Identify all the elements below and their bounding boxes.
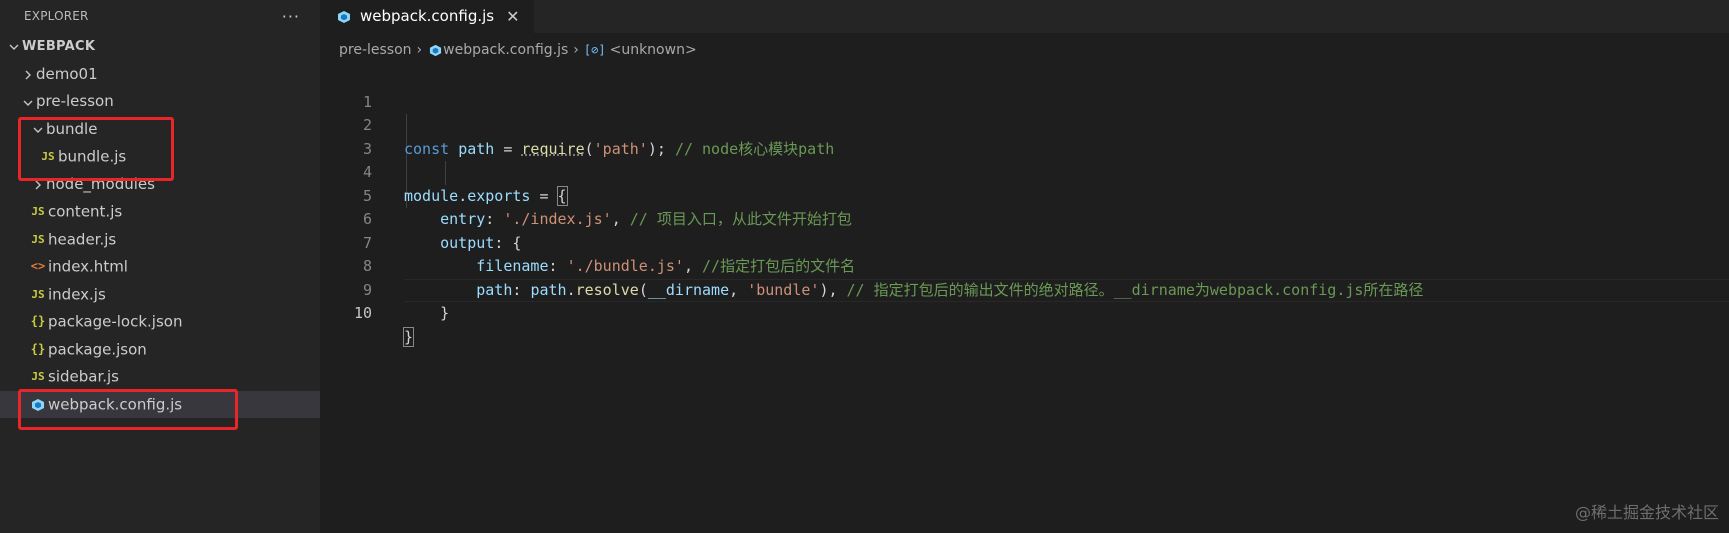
tree-item-label: sidebar.js: [48, 367, 119, 386]
chevron-down-icon: [6, 33, 22, 61]
code-line-9: 9 }: [320, 255, 1729, 323]
code-line-5: 5 entry: './index.js', // 项目入口，从此文件开始打包: [320, 161, 1729, 229]
tab-bar: webpack.config.js ✕: [320, 0, 1729, 33]
chevron-right-icon: ›: [416, 42, 423, 58]
javascript-file-icon: JS: [31, 232, 45, 246]
tree-item-label: demo01: [36, 64, 98, 83]
html-file-icon: <>: [30, 259, 46, 273]
chevron-down-icon: [20, 89, 36, 117]
tree-file-package-lock-json[interactable]: {} package-lock.json: [0, 308, 320, 336]
javascript-file-icon: JS: [31, 370, 45, 383]
chevron-right-icon: [30, 172, 46, 200]
file-tree: WEBPACK demo01 pre-lesson bundle JS bundl…: [0, 33, 320, 418]
tree-item-label: bundle.js: [58, 147, 127, 166]
chevron-right-icon: ›: [573, 42, 579, 58]
line-text: }: [402, 326, 415, 350]
tree-folder-node-modules[interactable]: node_modules: [0, 171, 320, 199]
explorer-title: EXPLORER: [24, 9, 89, 23]
json-file-icon: {}: [30, 314, 46, 328]
line-text: }: [404, 302, 449, 326]
code-line-1: 1: [320, 67, 1729, 111]
code-line-3: 3: [320, 114, 1729, 158]
vscode-window: EXPLORER ··· WEBPACK demo01 pre-lesson b…: [0, 0, 1729, 533]
tree-folder-pre-lesson[interactable]: pre-lesson: [0, 88, 320, 116]
tree-file-index-js[interactable]: JS index.js: [0, 281, 320, 309]
tree-item-label: WEBPACK: [22, 39, 96, 54]
code-line-4: 4 module.exports = {: [320, 138, 1729, 206]
line-number: 10: [353, 304, 372, 322]
tree-file-bundle-js[interactable]: JS bundle.js: [0, 143, 320, 171]
tree-item-label: pre-lesson: [36, 92, 114, 110]
webpack-cube-icon: [28, 391, 48, 419]
chevron-down-icon: [30, 117, 46, 145]
breadcrumb-symbol[interactable]: <unknown>: [610, 42, 697, 58]
breadcrumb-folder[interactable]: pre-lesson: [339, 42, 412, 58]
code-line-8: 8 path: path.resolve(__dirname, 'bundle'…: [320, 232, 1729, 299]
code-editor[interactable]: 1 2 const path = require('path'); // nod…: [320, 67, 1729, 347]
tab-label: webpack.config.js: [360, 7, 495, 25]
code-line-10: 10 }: [320, 278, 1729, 347]
explorer-sidebar: EXPLORER ··· WEBPACK demo01 pre-lesson b…: [0, 0, 320, 533]
tab-webpack-config-js[interactable]: webpack.config.js ✕: [320, 0, 534, 33]
code-line-2: 2 const path = require('path'); // node核…: [320, 91, 1729, 158]
tree-item-label: package-lock.json: [48, 312, 183, 331]
javascript-file-icon: JS: [31, 205, 45, 218]
explorer-header: EXPLORER ···: [0, 0, 320, 33]
tree-file-webpack-config-js[interactable]: webpack.config.js: [0, 390, 320, 419]
tree-item-label: bundle: [46, 119, 98, 138]
tree-root-webpack[interactable]: WEBPACK: [0, 33, 320, 61]
tree-file-sidebar-js[interactable]: JS sidebar.js: [0, 363, 320, 391]
tree-item-label: package.json: [48, 339, 147, 358]
json-file-icon: {}: [30, 341, 46, 356]
webpack-cube-icon: [334, 0, 354, 33]
tree-item-label: index.js: [48, 284, 106, 303]
tree-item-label: content.js: [48, 202, 123, 221]
tree-item-label: node_modules: [46, 174, 155, 193]
tree-item-label: webpack.config.js: [48, 394, 183, 413]
webpack-cube-icon: [427, 33, 443, 67]
brace-token: }: [402, 326, 415, 347]
watermark: @稀土掘金技术社区: [1574, 503, 1719, 522]
code-line-7: 7 filename: './bundle.js', //指定打包后的文件名: [320, 208, 1729, 276]
breadcrumb: pre-lesson › webpack.config.js › [⊘] <unknown…: [320, 33, 1729, 67]
code-line-6: 6 output: {: [320, 185, 1729, 252]
tree-item-label: index.html: [48, 257, 128, 276]
more-actions-icon[interactable]: ···: [282, 0, 300, 33]
editor-area: webpack.config.js ✕ pre-lesson › webpack.c…: [320, 0, 1729, 533]
tree-folder-demo01[interactable]: demo01: [0, 61, 320, 89]
tree-file-content-js[interactable]: JS content.js: [0, 198, 320, 226]
tree-file-package-json[interactable]: {} package.json: [0, 336, 320, 364]
close-icon[interactable]: ✕: [506, 0, 519, 33]
tree-folder-bundle[interactable]: bundle: [0, 116, 320, 144]
javascript-file-icon: JS: [41, 150, 55, 163]
tree-file-header-js[interactable]: JS header.js: [0, 226, 320, 254]
chevron-right-icon: [20, 62, 36, 90]
breadcrumb-file[interactable]: webpack.config.js: [443, 42, 568, 58]
symbol-variable-icon: [⊘]: [583, 43, 606, 57]
brace-token: }: [440, 304, 450, 322]
tree-item-label: header.js: [48, 229, 117, 248]
tree-file-index-html[interactable]: <> index.html: [0, 253, 320, 281]
javascript-file-icon: JS: [31, 287, 45, 301]
